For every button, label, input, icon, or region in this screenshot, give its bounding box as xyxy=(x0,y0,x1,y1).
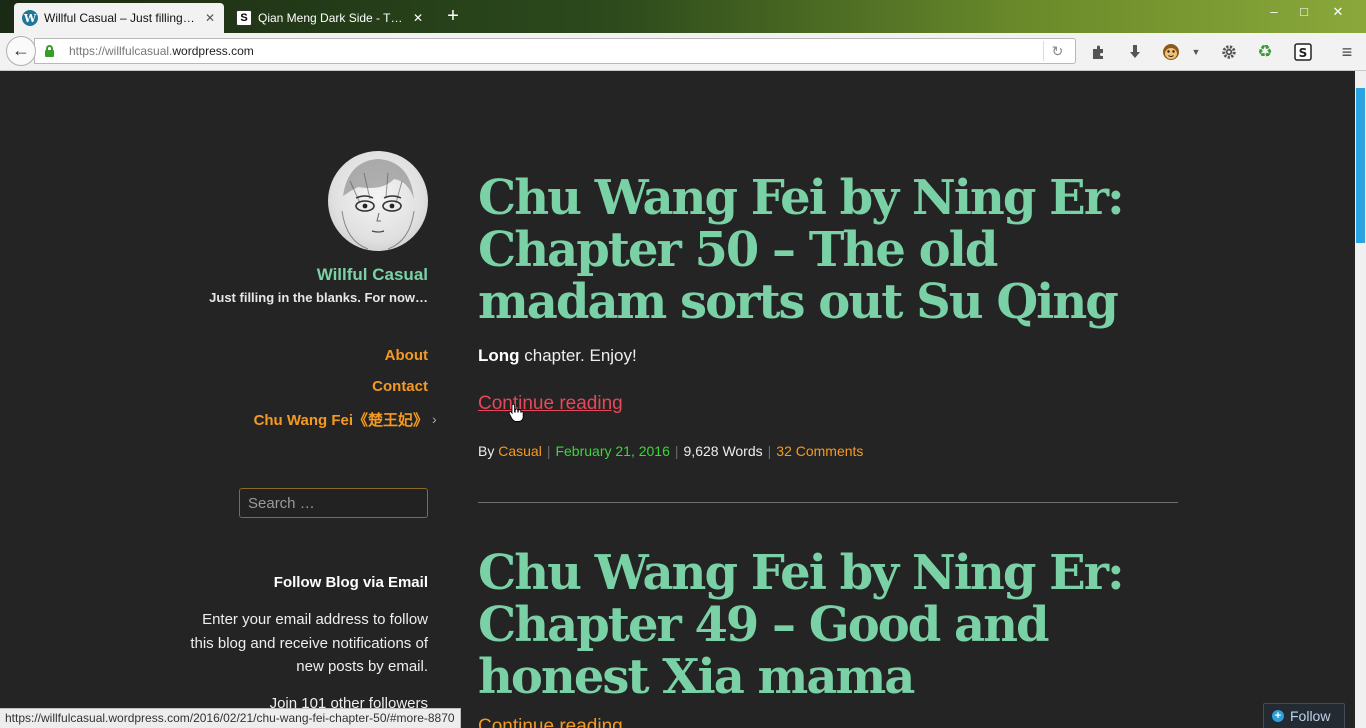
chevron-right-icon[interactable]: › xyxy=(432,411,437,427)
status-bar: https://willfulcasual.wordpress.com/2016… xyxy=(0,708,461,728)
reload-icon[interactable]: ↻ xyxy=(1043,41,1071,61)
site-title[interactable]: Willful Casual xyxy=(317,265,428,285)
post-excerpt: Long chapter. Enjoy! xyxy=(478,346,637,365)
navigation-toolbar: https://willfulcasual.wordpress.com ↻ ← … xyxy=(0,33,1366,71)
author-link[interactable]: Casual xyxy=(498,443,542,459)
gear-icon[interactable] xyxy=(1218,41,1240,63)
post-meta: By Casual | February 21, 2016 | 9,628 Words |… xyxy=(478,443,864,459)
tab-strip: W Willful Casual – Just filling i... ✕ S… xyxy=(0,0,1366,33)
hamburger-menu-icon[interactable]: ≡ xyxy=(1336,41,1358,63)
post-title[interactable]: Chu Wang Fei by Ning Er: Chapter 49 – Go… xyxy=(478,547,1138,703)
continue-reading-link[interactable]: Continue reading xyxy=(478,716,623,728)
tab-willful-casual[interactable]: W Willful Casual – Just filling i... ✕ xyxy=(14,3,224,33)
word-count: 9,628 Words xyxy=(683,443,763,459)
tab-qian-meng[interactable]: S Qian Meng Dark Side - The... ✕ xyxy=(228,3,432,33)
menu-item-contact[interactable]: Contact xyxy=(372,378,428,395)
menu-item-about[interactable]: About xyxy=(385,347,428,364)
dropdown-icon[interactable]: ▼ xyxy=(1186,41,1206,63)
meta-by: By xyxy=(478,443,495,459)
scribd-icon: S xyxy=(236,10,252,26)
lock-icon xyxy=(45,45,54,57)
maximize-button[interactable]: □ xyxy=(1286,0,1322,24)
site-avatar[interactable] xyxy=(328,151,428,251)
puzzle-icon[interactable] xyxy=(1088,41,1110,63)
post-divider xyxy=(478,502,1178,503)
comments-link[interactable]: 32 Comments xyxy=(776,443,863,459)
scrollbar-thumb[interactable] xyxy=(1356,88,1365,243)
continue-reading-link[interactable]: Continue reading xyxy=(478,393,623,415)
follow-button[interactable]: + Follow xyxy=(1263,703,1345,728)
url-text: https://willfulcasual.wordpress.com xyxy=(69,44,254,58)
menu-item-chu-wang-fei[interactable]: Chu Wang Fei《楚王妃》 xyxy=(254,409,428,430)
monkey-icon[interactable] xyxy=(1160,41,1182,63)
url-bar[interactable]: https://willfulcasual.wordpress.com ↻ xyxy=(34,38,1076,64)
new-tab-button[interactable]: + xyxy=(442,5,464,27)
wordpress-icon: W xyxy=(22,10,38,26)
svg-text:S: S xyxy=(1299,46,1308,60)
hand-cursor-icon xyxy=(508,404,524,422)
tab-title: Qian Meng Dark Side - The... xyxy=(258,11,406,25)
tab-title: Willful Casual – Just filling i... xyxy=(44,11,198,25)
scrollbar[interactable] xyxy=(1355,71,1366,728)
follow-label: Follow xyxy=(1290,708,1331,724)
page-viewport: Willful Casual Just filling in the blank… xyxy=(0,71,1355,728)
site-tagline: Just filling in the blanks. For now… xyxy=(209,290,428,305)
download-icon[interactable] xyxy=(1124,41,1146,63)
search-input[interactable] xyxy=(239,488,428,518)
plus-icon: + xyxy=(1272,710,1284,722)
back-button[interactable]: ← xyxy=(6,36,36,66)
close-window-button[interactable]: ✕ xyxy=(1320,0,1356,24)
date-link[interactable]: February 21, 2016 xyxy=(555,443,669,459)
recycle-icon[interactable]: ♻ xyxy=(1254,41,1276,63)
close-tab-icon[interactable]: ✕ xyxy=(204,11,216,25)
post-title[interactable]: Chu Wang Fei by Ning Er: Chapter 50 – Th… xyxy=(478,172,1138,328)
close-tab-icon[interactable]: ✕ xyxy=(412,11,424,25)
follow-widget-title: Follow Blog via Email xyxy=(273,574,428,591)
scribd-icon[interactable]: S xyxy=(1292,41,1314,63)
follow-widget-text: Enter your email address to follow this … xyxy=(190,611,428,675)
